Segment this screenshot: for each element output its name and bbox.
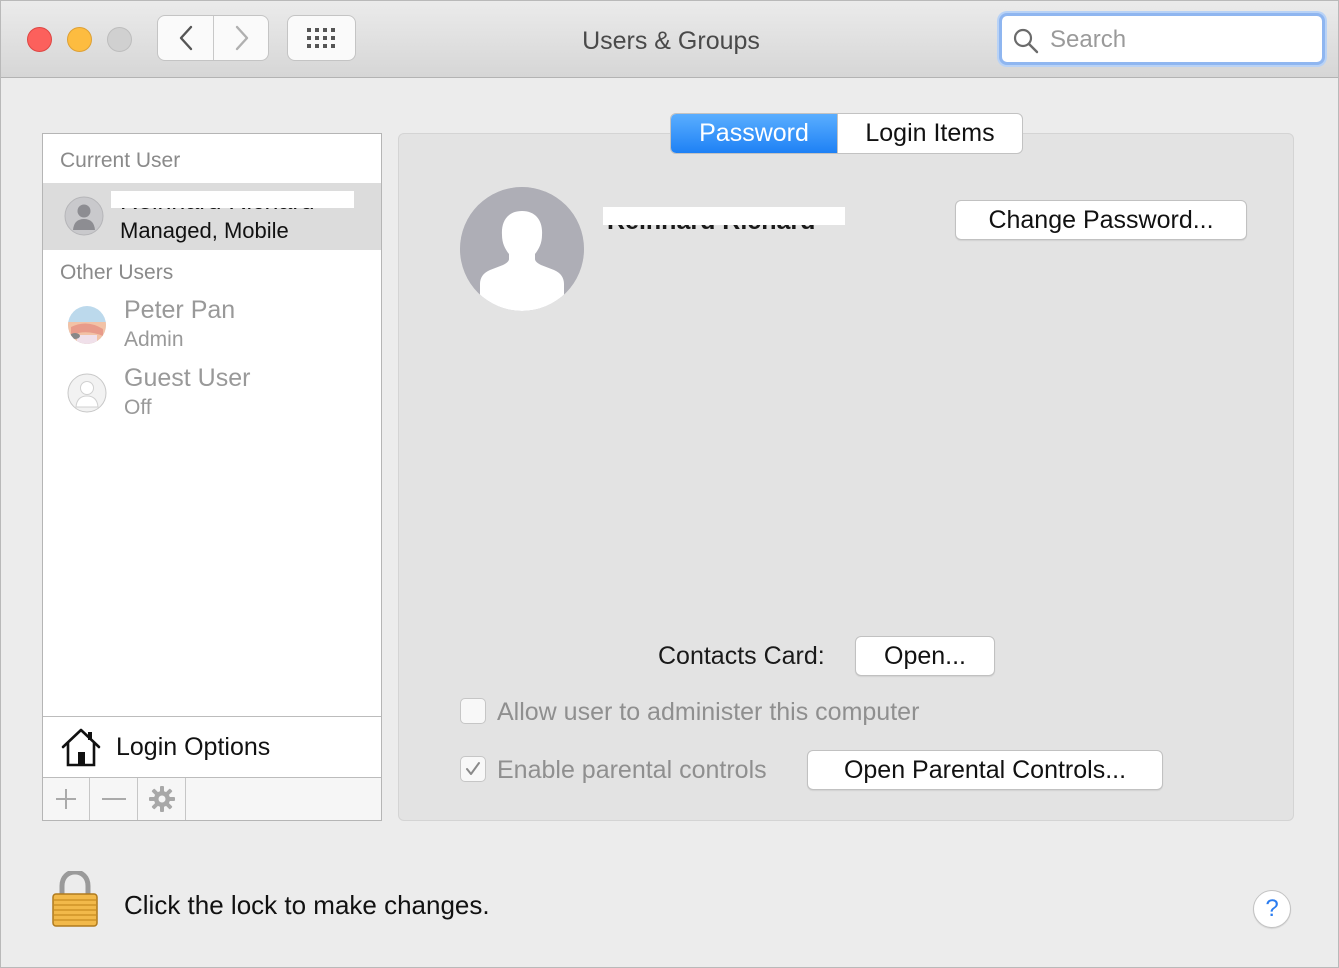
user-role: Admin (124, 328, 184, 351)
user-picture[interactable] (460, 187, 584, 311)
tab-password[interactable]: Password (671, 114, 837, 153)
chevron-left-icon (179, 25, 192, 51)
forward-button[interactable] (214, 16, 268, 60)
minus-icon (102, 798, 126, 800)
tab-login-items[interactable]: Login Items (837, 114, 1022, 153)
tab-bar: Password Login Items (670, 113, 1023, 154)
help-button[interactable]: ? (1253, 890, 1291, 928)
current-user-row[interactable]: Reinhard Richard Managed, Mobile (43, 183, 381, 250)
checkmark-icon (466, 762, 480, 775)
user-avatar-icon (67, 373, 107, 413)
title-bar: Users & Groups (1, 1, 1338, 78)
login-options-label: Login Options (116, 733, 271, 761)
zoom-window-button[interactable] (107, 27, 132, 52)
user-avatar-icon (64, 196, 104, 236)
show-all-button[interactable] (287, 15, 356, 61)
contacts-card-label: Contacts Card: (658, 642, 825, 670)
user-name: Peter Pan (124, 296, 236, 324)
close-window-button[interactable] (27, 27, 52, 52)
preferences-window: Users & Groups Current User Reinhard Ric… (0, 0, 1339, 968)
search-icon (1013, 28, 1039, 54)
search-field[interactable] (999, 13, 1325, 65)
house-icon (61, 728, 101, 767)
allow-admin-checkbox[interactable] (460, 698, 486, 724)
user-row-guest-user[interactable]: Guest User Off (43, 362, 381, 426)
minimize-window-button[interactable] (67, 27, 92, 52)
current-user-role: Managed, Mobile (120, 218, 289, 243)
user-role: Off (124, 396, 152, 419)
login-options-row[interactable]: Login Options (43, 716, 381, 778)
gear-icon (149, 786, 175, 812)
change-password-button[interactable]: Change Password... (955, 200, 1247, 240)
sidebar-toolbar (43, 778, 381, 820)
lock-message: Click the lock to make changes. (124, 890, 490, 920)
remove-user-button[interactable] (91, 778, 138, 820)
current-user-heading: Current User (60, 149, 181, 172)
redaction-bar (603, 207, 845, 225)
window-title: Users & Groups (582, 27, 760, 55)
user-silhouette-icon (460, 187, 584, 311)
add-user-button[interactable] (43, 778, 90, 820)
other-users-heading: Other Users (60, 261, 174, 284)
back-button[interactable] (158, 16, 214, 60)
users-sidebar: Current User Reinhard Richard Managed, M… (42, 133, 382, 821)
lock-icon[interactable] (51, 871, 99, 927)
user-row-peter-pan[interactable]: Peter Pan Admin (43, 294, 381, 358)
search-input[interactable] (1048, 24, 1312, 56)
navigation-buttons (157, 15, 269, 61)
parental-controls-label: Enable parental controls (497, 756, 767, 784)
parental-controls-checkbox[interactable] (460, 756, 486, 782)
allow-admin-label: Allow user to administer this computer (497, 698, 920, 726)
open-contacts-card-button[interactable]: Open... (855, 636, 995, 676)
grid-icon (306, 28, 335, 48)
user-name: Guest User (124, 364, 251, 392)
open-parental-controls-button[interactable]: Open Parental Controls... (807, 750, 1163, 790)
redaction-bar (111, 191, 354, 208)
chevron-right-icon (235, 25, 248, 51)
plus-icon (56, 789, 76, 809)
user-avatar-icon (68, 306, 106, 344)
action-menu-button[interactable] (139, 778, 186, 820)
